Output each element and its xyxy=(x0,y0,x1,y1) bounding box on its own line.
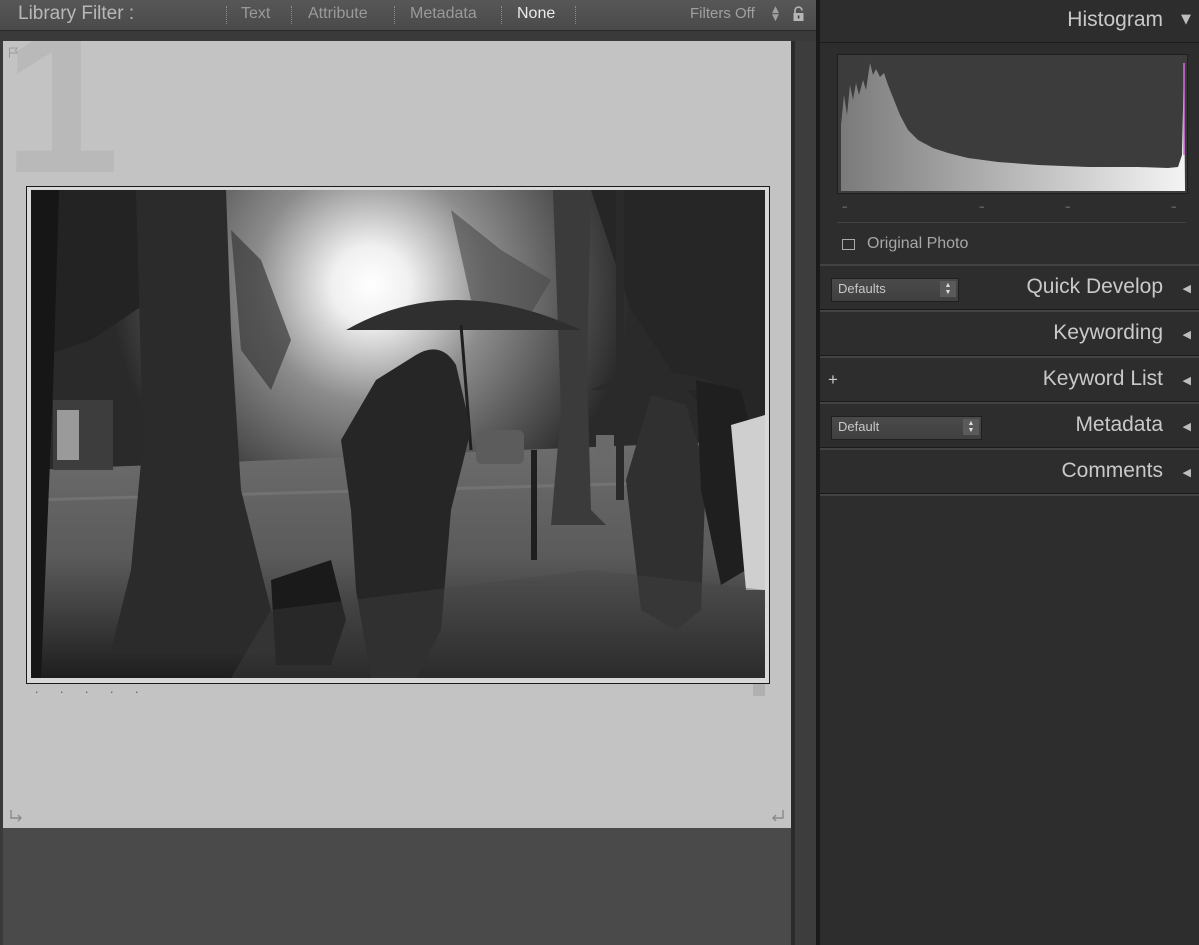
frame-number: 1 xyxy=(3,41,120,217)
metadata-preset-value: Default xyxy=(838,419,880,434)
histogram-tick: – xyxy=(1171,200,1177,213)
filter-tab-none[interactable]: None xyxy=(517,5,555,23)
histogram-tick-marks: – – – – xyxy=(837,200,1186,213)
histogram-tick: – xyxy=(1065,200,1071,213)
metadata-panel-header[interactable]: Default ▲ ▼ Metadata ◀ xyxy=(820,405,1199,448)
quick-develop-panel-header[interactable]: Defaults ▲ ▼ Quick Develop ◀ xyxy=(820,267,1199,310)
metadata-preset-dropdown[interactable]: Default ▲ ▼ xyxy=(831,416,982,440)
keywording-title: Keywording xyxy=(1053,321,1163,344)
panel-divider xyxy=(820,264,1199,266)
comments-panel-header[interactable]: Comments ◀ xyxy=(820,451,1199,494)
comments-title: Comments xyxy=(1061,459,1163,482)
histogram-panel-header[interactable]: Histogram ▼ xyxy=(820,0,1199,43)
expand-triangle-icon[interactable]: ◀ xyxy=(1183,466,1191,479)
center-scroll-track[interactable] xyxy=(795,41,816,945)
saved-preset-dropdown[interactable]: Defaults ▲ ▼ xyxy=(831,278,959,302)
rating-dots[interactable]: · · · · · xyxy=(35,686,147,699)
up-down-arrows-icon: ▲ ▼ xyxy=(963,419,979,435)
histogram-divider xyxy=(837,222,1186,223)
filter-tab-text[interactable]: Text xyxy=(241,5,270,23)
flag-icon[interactable] xyxy=(8,44,20,63)
rotate-left-icon[interactable] xyxy=(8,809,24,828)
histogram-title: Histogram xyxy=(1067,8,1163,31)
photo-frame xyxy=(26,186,770,684)
filter-separator xyxy=(575,6,576,24)
filter-separator xyxy=(501,6,502,24)
panel-divider xyxy=(820,402,1199,404)
histogram-tick: – xyxy=(979,200,985,213)
filmstrip-placeholder-area xyxy=(3,828,791,945)
filter-separator xyxy=(394,6,395,24)
up-down-arrows-icon[interactable]: ▲ ▼ xyxy=(772,6,779,23)
histogram-tick: – xyxy=(842,200,848,213)
keyword-list-title: Keyword List xyxy=(1042,367,1163,390)
panel-divider xyxy=(820,494,1199,496)
filter-tab-metadata[interactable]: Metadata xyxy=(410,5,477,23)
panel-divider xyxy=(820,356,1199,358)
panel-divider xyxy=(820,310,1199,312)
filter-separator xyxy=(291,6,292,24)
keywording-panel-header[interactable]: Keywording ◀ xyxy=(820,313,1199,356)
up-down-arrows-icon: ▲ ▼ xyxy=(940,281,956,297)
lock-icon[interactable] xyxy=(792,6,806,26)
collapse-triangle-icon[interactable]: ▼ xyxy=(1181,12,1191,27)
color-label-swatch[interactable] xyxy=(753,684,765,696)
keyword-list-panel-header[interactable]: Keyword List ◀ xyxy=(820,359,1199,402)
right-panel: Histogram ▼ – – – – Original Photo Defau… xyxy=(820,0,1199,945)
quick-develop-title: Quick Develop xyxy=(1026,275,1163,298)
original-photo-checkbox[interactable] xyxy=(842,239,855,250)
rotate-right-icon[interactable] xyxy=(770,809,786,828)
filter-separator xyxy=(226,6,227,24)
saved-preset-value: Defaults xyxy=(838,281,886,296)
expand-triangle-icon[interactable]: ◀ xyxy=(1183,328,1191,341)
filter-tab-attribute[interactable]: Attribute xyxy=(308,5,368,23)
filter-presets-dropdown[interactable]: Filters Off xyxy=(690,5,755,22)
loupe-view[interactable]: 1 · · · · · xyxy=(3,41,791,828)
library-filter-bar: Library Filter : Text Attribute Metadata… xyxy=(0,0,816,31)
metadata-title: Metadata xyxy=(1075,413,1163,436)
expand-triangle-icon[interactable]: ◀ xyxy=(1183,420,1191,433)
add-keyword-plus-icon[interactable]: + xyxy=(828,370,838,390)
histogram-graph[interactable] xyxy=(837,54,1188,194)
photo-image[interactable] xyxy=(31,190,765,678)
original-photo-label: Original Photo xyxy=(867,235,969,252)
library-filter-title: Library Filter : xyxy=(18,3,135,24)
expand-triangle-icon[interactable]: ◀ xyxy=(1183,282,1191,295)
panel-divider xyxy=(820,448,1199,450)
expand-triangle-icon[interactable]: ◀ xyxy=(1183,374,1191,387)
